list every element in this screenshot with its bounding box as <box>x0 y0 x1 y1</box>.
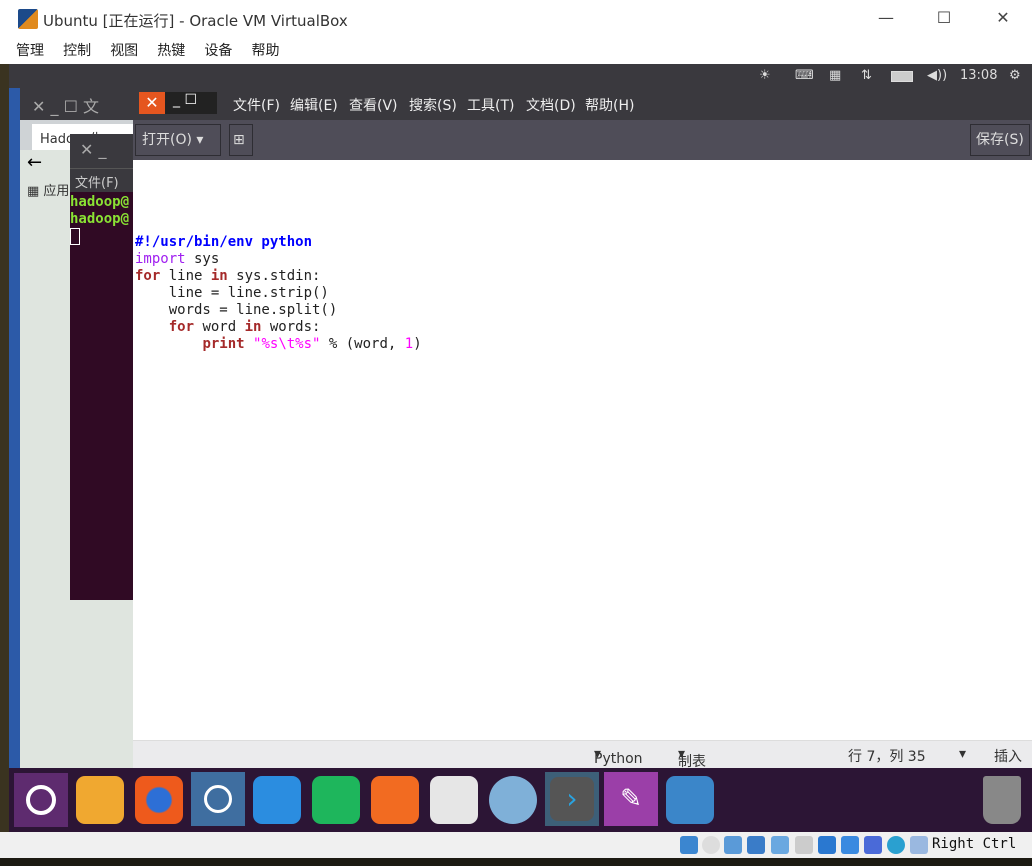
menu-help[interactable]: 帮助 <box>251 43 279 59</box>
editor-area[interactable]: #!/usr/bin/env python import sys for line … <box>133 160 1032 740</box>
gedit-statusbar: Python ▾ 制表符宽度：8 ▾ 行 7，列 35 ▾ 插入 <box>133 740 1032 827</box>
usb-icon[interactable] <box>771 836 789 854</box>
close-button[interactable]: ✕ <box>993 8 1013 27</box>
chevron-down-icon[interactable]: ▾ <box>959 746 966 762</box>
language-selector[interactable]: Python ▾ <box>594 746 643 767</box>
background-windows: ✕ _ ☐ 文 Hadoop生 ← ▦ 应用 ✕ _ 文件(F) hadoop@… <box>9 88 133 768</box>
files-icon[interactable] <box>76 776 124 824</box>
remote-desktop-icon[interactable] <box>489 776 537 824</box>
menu-view[interactable]: 查看(V) <box>349 95 398 115</box>
network-icon[interactable] <box>747 836 765 854</box>
chromium-icon[interactable] <box>191 772 245 826</box>
menu-devices[interactable]: 设备 <box>204 43 232 59</box>
gedit-titlebar: ✕ _ ☐ 文件(F) 编辑(E) 查看(V) 搜索(S) 工具(T) 文档(D… <box>133 88 1032 120</box>
top-panel: ☀ ⌨ ▦ ⇅ ◀)) 13:08 ⚙ <box>9 64 1032 88</box>
code-line: print "%s\t%s" % (word, 1) <box>202 336 422 352</box>
audio-icon[interactable] <box>724 836 742 854</box>
shared-folders-icon[interactable] <box>795 836 813 854</box>
volume-icon[interactable]: ◀)) <box>927 68 947 83</box>
save-button[interactable]: 保存(S) <box>970 124 1030 156</box>
network-icon[interactable]: ⇅ <box>861 68 872 83</box>
launcher-dock: › ✎ <box>9 768 1032 832</box>
gedit-window: ✕ _ ☐ 文件(F) 编辑(E) 查看(V) 搜索(S) 工具(T) 文档(D… <box>133 88 1032 827</box>
menu-tools[interactable]: 工具(T) <box>467 95 514 115</box>
display-icon[interactable] <box>818 836 836 854</box>
tab-width-selector[interactable]: 制表符宽度：8 ▾ <box>678 746 706 827</box>
workspace-switcher-icon[interactable] <box>666 776 714 824</box>
back-icon[interactable]: ← <box>27 152 42 173</box>
close-icon[interactable]: ✕ <box>139 92 165 114</box>
terminal-line: hadoop@ <box>70 211 130 227</box>
battery-icon[interactable] <box>891 71 913 82</box>
apps-bookmark[interactable]: 应用 <box>43 184 69 199</box>
cpu-icon[interactable] <box>864 836 882 854</box>
minimize-maximize-icons[interactable]: _ ☐ <box>165 92 217 114</box>
code-line: words = line.split() <box>135 302 338 318</box>
ubuntu-software-icon[interactable] <box>430 776 478 824</box>
menu-view[interactable]: 视图 <box>110 43 138 59</box>
video-capture-icon[interactable] <box>841 836 859 854</box>
menu-search[interactable]: 搜索(S) <box>409 95 457 115</box>
menu-control[interactable]: 控制 <box>63 43 91 59</box>
window-title: Ubuntu [正在运行] - Oracle VM VirtualBox <box>43 12 348 30</box>
wps-spreadsheet-icon[interactable] <box>312 776 360 824</box>
keyboard-capture-icon[interactable] <box>910 836 928 854</box>
menubar: 管理 控制 视图 热键 设备 帮助 <box>0 38 1032 64</box>
wps-writer-icon[interactable] <box>253 776 301 824</box>
code-text[interactable]: #!/usr/bin/env python import sys for line … <box>135 234 422 353</box>
host-desktop-edge <box>0 858 1032 866</box>
guest-additions-icon[interactable] <box>887 836 905 854</box>
power-icon[interactable]: ⚙ <box>1009 68 1021 83</box>
wps-presentation-icon[interactable] <box>371 776 419 824</box>
trash-icon[interactable] <box>983 776 1021 824</box>
menu-file[interactable]: 文件(F) <box>233 95 280 115</box>
chevron-down-icon: ▾ <box>196 132 204 148</box>
code-line: for word in words: <box>168 319 321 335</box>
menu-manage[interactable]: 管理 <box>16 43 44 59</box>
vm-screen[interactable]: ☀ ⌨ ▦ ⇅ ◀)) 13:08 ⚙ ✕ _ ☐ 文 Hadoop生 ← ▦ … <box>9 64 1032 832</box>
weather-icon[interactable]: ☀ <box>759 68 771 83</box>
menu-hotkey[interactable]: 热键 <box>157 43 185 59</box>
hard-disk-icon[interactable] <box>680 836 698 854</box>
calendar-icon[interactable]: ▦ <box>829 68 841 83</box>
code-line: line = line.strip() <box>135 285 329 301</box>
terminal-cursor <box>70 228 80 245</box>
window-titlebar: Ubuntu [正在运行] - Oracle VM VirtualBox — ☐… <box>0 0 1032 38</box>
gedit-toolbar: 打开(O) ▾ ⊞ 保存(S) <box>133 120 1032 160</box>
behind-window-menu: 文 <box>83 97 100 116</box>
maximize-button[interactable]: ☐ <box>934 8 954 27</box>
gedit-icon[interactable]: ✎ <box>604 772 658 826</box>
open-button[interactable]: 打开(O) ▾ <box>135 124 221 156</box>
firefox-icon[interactable] <box>135 776 183 824</box>
code-line: #!/usr/bin/env python <box>135 234 313 250</box>
clock[interactable]: 13:08 <box>960 68 997 83</box>
menu-help[interactable]: 帮助(H) <box>585 95 634 115</box>
vscode-icon[interactable]: › <box>545 772 599 826</box>
terminal-window[interactable]: ✕ _ 文件(F) hadoop@ hadoop@ <box>70 134 133 600</box>
virtualbox-statusbar: Right Ctrl <box>0 832 1032 858</box>
code-line: for line in sys.stdin: <box>135 268 321 284</box>
optical-drive-icon[interactable] <box>702 836 720 854</box>
virtualbox-icon <box>18 9 38 29</box>
cursor-position[interactable]: 行 7，列 35 <box>848 746 926 766</box>
host-key-label: Right Ctrl <box>932 836 1017 852</box>
minimize-button[interactable]: — <box>876 8 896 27</box>
menu-documents[interactable]: 文档(D) <box>526 95 576 115</box>
terminal-menu-file[interactable]: 文件(F) <box>70 168 133 192</box>
ubuntu-logo-icon[interactable] <box>14 773 68 827</box>
terminal-line: hadoop@ <box>70 194 130 210</box>
menu-edit[interactable]: 编辑(E) <box>290 95 338 115</box>
keyboard-icon[interactable]: ⌨ <box>795 68 814 83</box>
open-label: 打开(O) <box>142 132 192 148</box>
insert-mode: 插入 <box>994 749 1022 765</box>
code-line: import sys <box>135 251 220 267</box>
new-tab-button[interactable]: ⊞ <box>229 124 253 156</box>
